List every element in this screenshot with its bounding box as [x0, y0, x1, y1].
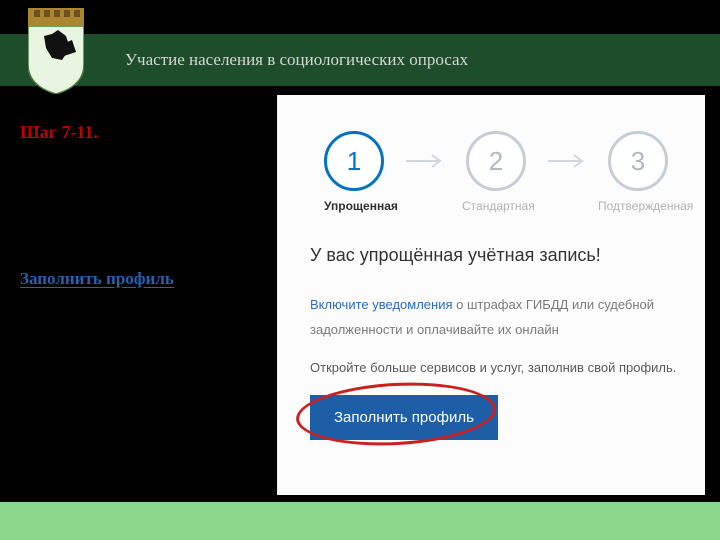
bottom-band	[0, 502, 720, 540]
step-3-label: Подтвержденная	[598, 199, 688, 213]
step-2-label: Стандартная	[462, 199, 522, 213]
step-3-circle[interactable]: 3	[608, 131, 668, 191]
arrow-right-icon	[548, 154, 586, 168]
enable-notifications-link[interactable]: Включите уведомления	[310, 297, 453, 312]
step-1-label: Упрощенная	[324, 199, 384, 213]
step-1-circle[interactable]: 1	[324, 131, 384, 191]
slide: Участие населения в социологических опро…	[0, 0, 720, 540]
fill-profile-button[interactable]: Заполнить профиль	[310, 395, 498, 440]
page-title: Участие населения в социологических опро…	[125, 50, 468, 70]
notify-text: Включите уведомления о штрафах ГИБДД или…	[310, 293, 670, 342]
step-label: Шаг 7-11.	[20, 122, 98, 143]
account-heading: У вас упрощённая учётная запись!	[310, 245, 601, 266]
open-more-text: Откройте больше сервисов и услуг, заполн…	[310, 360, 676, 375]
steps-row: 1 2 3	[324, 131, 668, 191]
fill-profile-link[interactable]: Заполнить профиль	[20, 269, 174, 289]
step-2-circle[interactable]: 2	[466, 131, 526, 191]
step-labels: Упрощенная Стандартная Подтвержденная	[324, 199, 664, 213]
gosuslugi-screenshot: 1 2 3 Упрощенная Стандартная Подтвержден…	[277, 95, 705, 495]
crest-icon	[28, 8, 84, 94]
arrow-right-icon	[406, 154, 444, 168]
